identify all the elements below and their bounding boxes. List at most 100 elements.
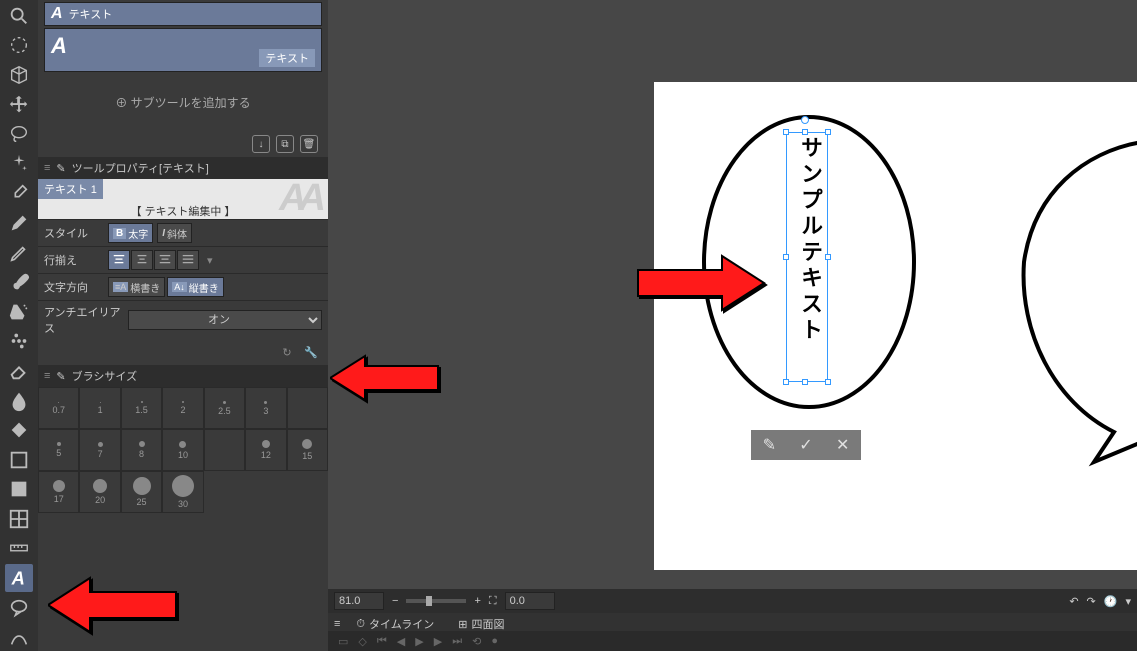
- resize-handle-tr[interactable]: [825, 129, 831, 135]
- pen-tool-icon[interactable]: [5, 209, 33, 237]
- prev-frame-icon[interactable]: ◀: [397, 635, 405, 648]
- rotation-input[interactable]: [505, 592, 555, 610]
- align-top-button[interactable]: [108, 250, 130, 270]
- rotate-handle[interactable]: [801, 116, 809, 124]
- canvas[interactable]: サンプルテキスト ✎ ✓ ✕: [654, 82, 1137, 570]
- undo-icon[interactable]: ↶: [1069, 595, 1078, 608]
- eraser-tool-icon[interactable]: [5, 357, 33, 385]
- balloon-shapes: [654, 82, 1137, 570]
- rotate-tool-icon[interactable]: [5, 32, 33, 60]
- menu-icon[interactable]: ≡: [44, 162, 50, 174]
- zoom-out-icon[interactable]: −: [392, 595, 398, 607]
- menu-icon[interactable]: ≡: [334, 618, 340, 630]
- wand-tool-icon[interactable]: [5, 150, 33, 178]
- resize-handle-t[interactable]: [802, 129, 808, 135]
- brush-size-cell[interactable]: 2: [162, 387, 203, 429]
- history-icon[interactable]: 🕐: [1104, 595, 1118, 608]
- loop-icon[interactable]: ⟲: [472, 635, 481, 648]
- dropdown-icon[interactable]: ▾: [207, 254, 213, 267]
- zoom-slider[interactable]: [406, 599, 466, 603]
- brush-size-cell[interactable]: 1.5: [121, 387, 162, 429]
- subtool-header[interactable]: A テキスト: [44, 2, 322, 26]
- brush-size-cell[interactable]: [287, 387, 328, 429]
- brush-size-cell[interactable]: 0.7: [38, 387, 79, 429]
- wrench-icon[interactable]: 🔧: [302, 343, 320, 361]
- brush-size-cell[interactable]: 25: [121, 471, 162, 513]
- cancel-icon[interactable]: ✕: [836, 435, 849, 455]
- subtool-footer-icons: ↓ ⧉ 🗑: [38, 131, 328, 157]
- brush-size-cell[interactable]: 17: [38, 471, 79, 513]
- brush-size-cell[interactable]: 7: [79, 429, 120, 471]
- new-clip-icon[interactable]: ▭: [338, 635, 348, 648]
- next-frame-icon[interactable]: ▶: [434, 635, 442, 648]
- skip-end-icon[interactable]: ⏭: [452, 635, 462, 648]
- skip-start-icon[interactable]: ⏮: [377, 635, 387, 648]
- export-icon[interactable]: ↓: [252, 135, 270, 153]
- shape-tool-icon[interactable]: [5, 476, 33, 504]
- gradient-tool-icon[interactable]: [5, 446, 33, 474]
- brush-size-cell[interactable]: [204, 429, 245, 471]
- balloon-tool-icon[interactable]: [5, 594, 33, 622]
- fill-tool-icon[interactable]: [5, 416, 33, 444]
- brush-tool-icon[interactable]: [5, 268, 33, 296]
- brush-size-cell[interactable]: 2.5: [204, 387, 245, 429]
- text-tool-icon[interactable]: A: [5, 564, 33, 592]
- brush-size-cell[interactable]: 10: [162, 429, 203, 471]
- reset-icon[interactable]: ↻: [278, 343, 296, 361]
- text-bounding-box[interactable]: サンプルテキスト: [786, 132, 828, 382]
- zoom-input[interactable]: [334, 592, 384, 610]
- brush-size-cell[interactable]: 1: [79, 387, 120, 429]
- zoom-in-icon[interactable]: +: [474, 595, 480, 607]
- brush-size-cell[interactable]: 8: [121, 429, 162, 471]
- record-icon[interactable]: ●: [491, 635, 498, 647]
- resize-handle-b[interactable]: [802, 379, 808, 385]
- edit-icon[interactable]: ✎: [763, 435, 776, 455]
- redo-icon[interactable]: ↷: [1087, 595, 1096, 608]
- airbrush-tool-icon[interactable]: [5, 298, 33, 326]
- eyedropper-tool-icon[interactable]: [5, 180, 33, 208]
- add-subtool-button[interactable]: ⊕ サブツールを追加する: [38, 74, 328, 131]
- align-bottom-button[interactable]: [154, 250, 176, 270]
- brush-size-cell[interactable]: 5: [38, 429, 79, 471]
- italic-toggle[interactable]: I斜体: [157, 223, 192, 243]
- align-justify-button[interactable]: [177, 250, 199, 270]
- brush-size-cell[interactable]: 20: [79, 471, 120, 513]
- resize-handle-bl[interactable]: [783, 379, 789, 385]
- chevron-down-icon[interactable]: ▾: [1125, 595, 1131, 608]
- duplicate-icon[interactable]: ⧉: [276, 135, 294, 153]
- play-icon[interactable]: ▶: [415, 635, 423, 648]
- text-preview-tab[interactable]: テキスト 1: [38, 179, 103, 199]
- pencil-tool-icon[interactable]: [5, 239, 33, 267]
- ruler-tool-icon[interactable]: [5, 535, 33, 563]
- horizontal-button[interactable]: ≡A横書き: [108, 277, 165, 297]
- lasso-tool-icon[interactable]: [5, 120, 33, 148]
- subtool-item-text[interactable]: A テキスト: [44, 28, 322, 72]
- aa-select[interactable]: オン: [128, 310, 322, 330]
- menu-icon[interactable]: ≡: [44, 370, 50, 382]
- fit-icon[interactable]: ⛶: [489, 595, 497, 608]
- resize-handle-tl[interactable]: [783, 129, 789, 135]
- decoration-tool-icon[interactable]: [5, 328, 33, 356]
- brush-size-cell[interactable]: 15: [287, 429, 328, 471]
- status-bar: − + ⛶ ↶ ↷ 🕐 ▾: [328, 589, 1137, 613]
- trash-icon[interactable]: 🗑: [300, 135, 318, 153]
- resize-handle-l[interactable]: [783, 254, 789, 260]
- sample-text[interactable]: サンプルテキスト: [794, 136, 826, 344]
- move-tool-icon[interactable]: [5, 91, 33, 119]
- align-center-button[interactable]: [131, 250, 153, 270]
- zoom-tool-icon[interactable]: [5, 2, 33, 30]
- brush-size-grid: 0.711.522.53 57810 1215 17202530: [38, 387, 328, 513]
- brush-size-cell[interactable]: 3: [245, 387, 286, 429]
- correction-tool-icon[interactable]: [5, 623, 33, 651]
- blend-tool-icon[interactable]: [5, 387, 33, 415]
- resize-handle-br[interactable]: [825, 379, 831, 385]
- frame-tool-icon[interactable]: [5, 505, 33, 533]
- bold-toggle[interactable]: B太字: [108, 223, 153, 243]
- vertical-button[interactable]: A↓縦書き: [167, 277, 224, 297]
- brush-size-header: ≡ ✎ ブラシサイズ: [38, 365, 328, 387]
- confirm-icon[interactable]: ✓: [799, 435, 812, 455]
- brush-size-cell[interactable]: 12: [245, 429, 286, 471]
- cube-tool-icon[interactable]: [5, 61, 33, 89]
- brush-size-cell[interactable]: 30: [162, 471, 203, 513]
- keyframe-icon[interactable]: ◇: [358, 635, 366, 648]
